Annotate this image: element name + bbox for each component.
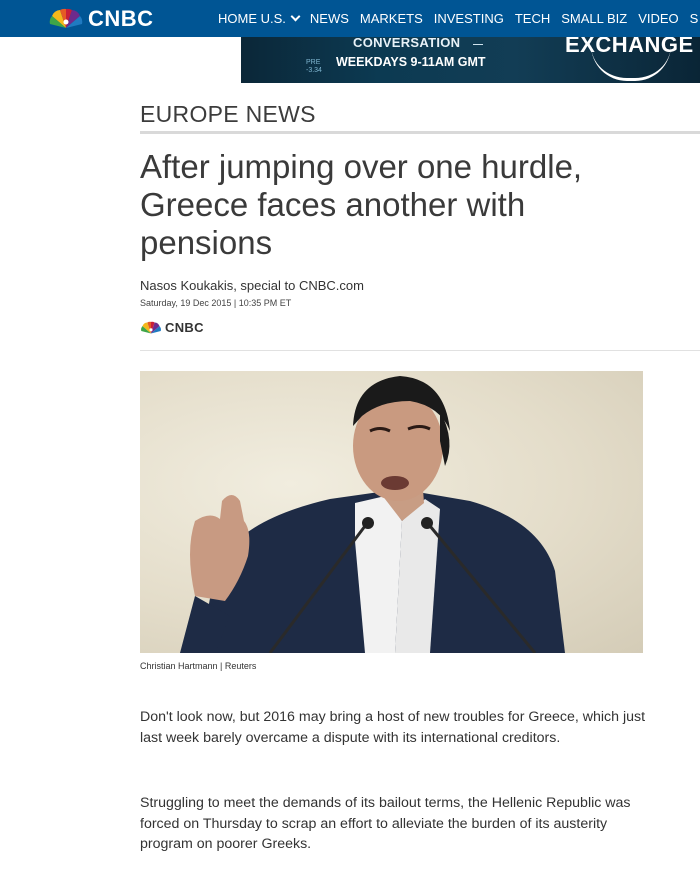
source-logo: CNBC xyxy=(140,320,204,335)
nav-item-label: SMALL BIZ xyxy=(561,11,628,26)
peacock-icon xyxy=(141,321,161,333)
nav-menu: HOME U.S. NEWS MARKETS INVESTING TECH SM… xyxy=(218,0,700,37)
peacock-icon xyxy=(49,8,83,29)
nav-item-tech[interactable]: TECH xyxy=(515,11,550,26)
nav-item-video[interactable]: VIDEO xyxy=(638,11,678,26)
speaker-photo-illustration xyxy=(180,376,565,653)
nav-item-news[interactable]: NEWS xyxy=(310,11,349,26)
nav-item-small-biz[interactable]: SMALL BIZ xyxy=(561,11,627,26)
nav-item-truncated[interactable]: S xyxy=(690,11,699,26)
chevron-down-icon xyxy=(290,11,301,22)
nav-item-label: HOME U.S. xyxy=(218,11,286,26)
nav-item-label: VIDEO xyxy=(638,11,679,26)
meta-divider xyxy=(140,350,700,351)
nav-item-label: INVESTING xyxy=(433,11,504,26)
ad-ring-graphic xyxy=(591,45,671,81)
article-photo xyxy=(140,371,643,653)
nav-item-investing[interactable]: INVESTING xyxy=(434,11,504,26)
ad-divider xyxy=(473,44,483,45)
banner-ad[interactable]: PRE -3.34 CONVERSATION WEEKDAYS 9-11AM G… xyxy=(241,37,700,83)
nav-item-label: TECH xyxy=(514,11,551,26)
nav-item-label: MARKETS xyxy=(359,11,423,26)
ad-ticker: PRE -3.34 xyxy=(306,59,322,74)
top-navigation: CNBC HOME U.S. NEWS MARKETS INVESTING TE… xyxy=(0,0,700,37)
nav-item-label: S xyxy=(689,11,699,26)
article-paragraph: Don't look now, but 2016 may bring a hos… xyxy=(140,709,646,746)
nav-item-label: NEWS xyxy=(309,11,349,26)
article-paragraph: Struggling to meet the demands of its ba… xyxy=(140,795,631,852)
nav-item-home-us[interactable]: HOME U.S. xyxy=(218,11,301,26)
source-logo-text: CNBC xyxy=(165,320,204,335)
section-label[interactable]: EUROPE NEWS xyxy=(140,101,316,128)
article-byline[interactable]: Nasos Koukakis, special to CNBC.com xyxy=(140,278,364,293)
photo-caption: Christian Hartmann | Reuters xyxy=(140,661,257,671)
ad-schedule-text: WEEKDAYS 9-11AM GMT xyxy=(336,55,486,69)
section-divider xyxy=(140,131,700,134)
article-headline: After jumping over one hurdle, Greece fa… xyxy=(140,148,583,261)
nav-item-markets[interactable]: MARKETS xyxy=(360,11,423,26)
logo-text: CNBC xyxy=(88,6,154,31)
cnbc-logo[interactable]: CNBC xyxy=(48,6,154,32)
article-dateline: Saturday, 19 Dec 2015 | 10:35 PM ET xyxy=(140,298,292,308)
ad-conversation-text: CONVERSATION xyxy=(353,37,461,50)
